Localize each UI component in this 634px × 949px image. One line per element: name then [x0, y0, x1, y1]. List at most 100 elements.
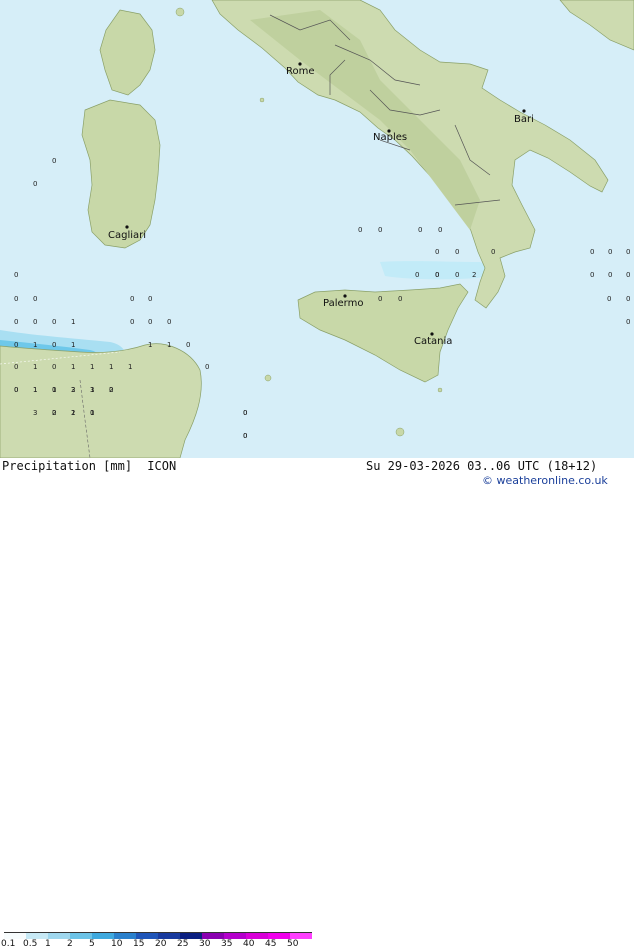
- precip-value: 0: [90, 409, 95, 417]
- precip-value: 0: [455, 271, 460, 279]
- legend-tick: 35: [221, 939, 233, 949]
- city-label-bari: Bari: [514, 114, 534, 125]
- precip-value: 1: [167, 341, 172, 349]
- legend-footer: Precipitation [mm] ICON Su 29-03-2026 03…: [0, 458, 634, 949]
- precip-value: 0: [455, 248, 460, 256]
- precipitation-map: Rome Naples Bari Cagliari Palermo Catani…: [0, 0, 634, 458]
- legend-tick: 2: [67, 939, 73, 949]
- legend-swatch: [136, 932, 158, 939]
- legend-tick: 10: [111, 939, 123, 949]
- precip-value: 0: [33, 180, 38, 188]
- city-dot-bari: [522, 109, 526, 113]
- legend-tick: 0.5: [23, 939, 38, 949]
- precip-value: 1: [71, 363, 76, 371]
- legend-tick: 20: [155, 939, 167, 949]
- legend-datetime: Su 29-03-2026 03..06 UTC (18+12): [366, 459, 598, 473]
- city-label-catania: Catania: [414, 336, 453, 347]
- brand-link[interactable]: © weatheronline.co.uk: [482, 474, 608, 487]
- city-label-naples: Naples: [373, 132, 408, 143]
- precip-value: 0: [52, 409, 57, 417]
- tunisia: [0, 343, 202, 458]
- precip-value: 0: [378, 226, 383, 234]
- precip-value: 1: [90, 363, 95, 371]
- legend-swatch: [48, 932, 70, 939]
- precip-value: 0: [398, 295, 403, 303]
- precip-value: 0: [418, 226, 423, 234]
- legend-swatch: [70, 932, 92, 939]
- precip-value: 0: [608, 271, 613, 279]
- legend-tick: 45: [265, 939, 277, 949]
- legend-swatch: [202, 932, 224, 939]
- precip-value: 0: [148, 318, 153, 326]
- legend-swatch: [4, 932, 26, 939]
- legend-swatch: [290, 932, 312, 939]
- island: [259, 97, 265, 103]
- legend-tick: 25: [177, 939, 189, 949]
- legend-tick: 40: [243, 939, 255, 949]
- precip-value: 0: [626, 248, 631, 256]
- precip-value: 1: [128, 363, 133, 371]
- legend-tick: 15: [133, 939, 145, 949]
- precip-value: 1: [148, 341, 153, 349]
- precip-value: 0: [14, 318, 19, 326]
- precip-value: 0: [52, 341, 57, 349]
- precip-value: 0: [626, 271, 631, 279]
- precip-value: 1: [52, 386, 57, 394]
- precip-area-tyrrhenian: [380, 261, 487, 280]
- city-dot-cagliari: [125, 225, 129, 229]
- precip-value: 0: [626, 318, 631, 326]
- precip-value: 0: [130, 295, 135, 303]
- island: [264, 374, 272, 382]
- precip-value: 0: [109, 386, 114, 394]
- precip-value: 1: [33, 363, 38, 371]
- precip-value: 0: [608, 248, 613, 256]
- precip-value: 0: [186, 341, 191, 349]
- precip-value: 0: [52, 318, 57, 326]
- legend-tick: 5: [89, 939, 95, 949]
- precip-value: 0: [438, 226, 443, 234]
- precip-value: 0: [14, 386, 19, 394]
- precip-value: 0: [33, 295, 38, 303]
- precip-value: 0: [378, 295, 383, 303]
- legend-swatch: [246, 932, 268, 939]
- precip-value: 1: [109, 363, 114, 371]
- precip-value: 0: [14, 295, 19, 303]
- precip-value: 0: [148, 295, 153, 303]
- precip-value: 0: [52, 363, 57, 371]
- precip-value: 0: [607, 295, 612, 303]
- legend-swatch: [158, 932, 180, 939]
- island: [437, 387, 443, 393]
- sardinia: [81, 99, 161, 249]
- precip-value: 0: [14, 271, 19, 279]
- map-graphic: [0, 0, 634, 458]
- legend-swatch: [180, 932, 202, 939]
- precip-value: 0: [415, 271, 420, 279]
- precip-value: 0: [14, 363, 19, 371]
- legend-tick: 50: [287, 939, 299, 949]
- precip-value: 0: [167, 318, 172, 326]
- legend-model: ICON: [147, 459, 177, 473]
- legend-tick: 30: [199, 939, 211, 949]
- precip-value: 0: [243, 409, 248, 417]
- precip-value: 2: [71, 386, 76, 394]
- precip-value: 0: [590, 248, 595, 256]
- precip-value: 1: [71, 318, 76, 326]
- precip-value: 0: [14, 341, 19, 349]
- legend-swatch: [268, 932, 290, 939]
- city-label-rome: Rome: [286, 66, 315, 77]
- precip-value: 0: [435, 248, 440, 256]
- legend-title: Precipitation [mm]: [2, 459, 133, 473]
- precip-value: 3: [33, 409, 38, 417]
- precip-value: 1: [71, 409, 76, 417]
- legend-tick: 0.1: [1, 939, 16, 949]
- city-label-palermo: Palermo: [323, 298, 364, 309]
- precip-value: 0: [491, 248, 496, 256]
- precip-value: 0: [590, 271, 595, 279]
- precip-value: 1: [71, 341, 76, 349]
- precip-value: 0: [243, 432, 248, 440]
- precip-value: 0: [52, 157, 57, 165]
- legend-swatch: [26, 932, 48, 939]
- precip-value: 1: [33, 341, 38, 349]
- precip-value: 0: [33, 318, 38, 326]
- island: [175, 7, 185, 17]
